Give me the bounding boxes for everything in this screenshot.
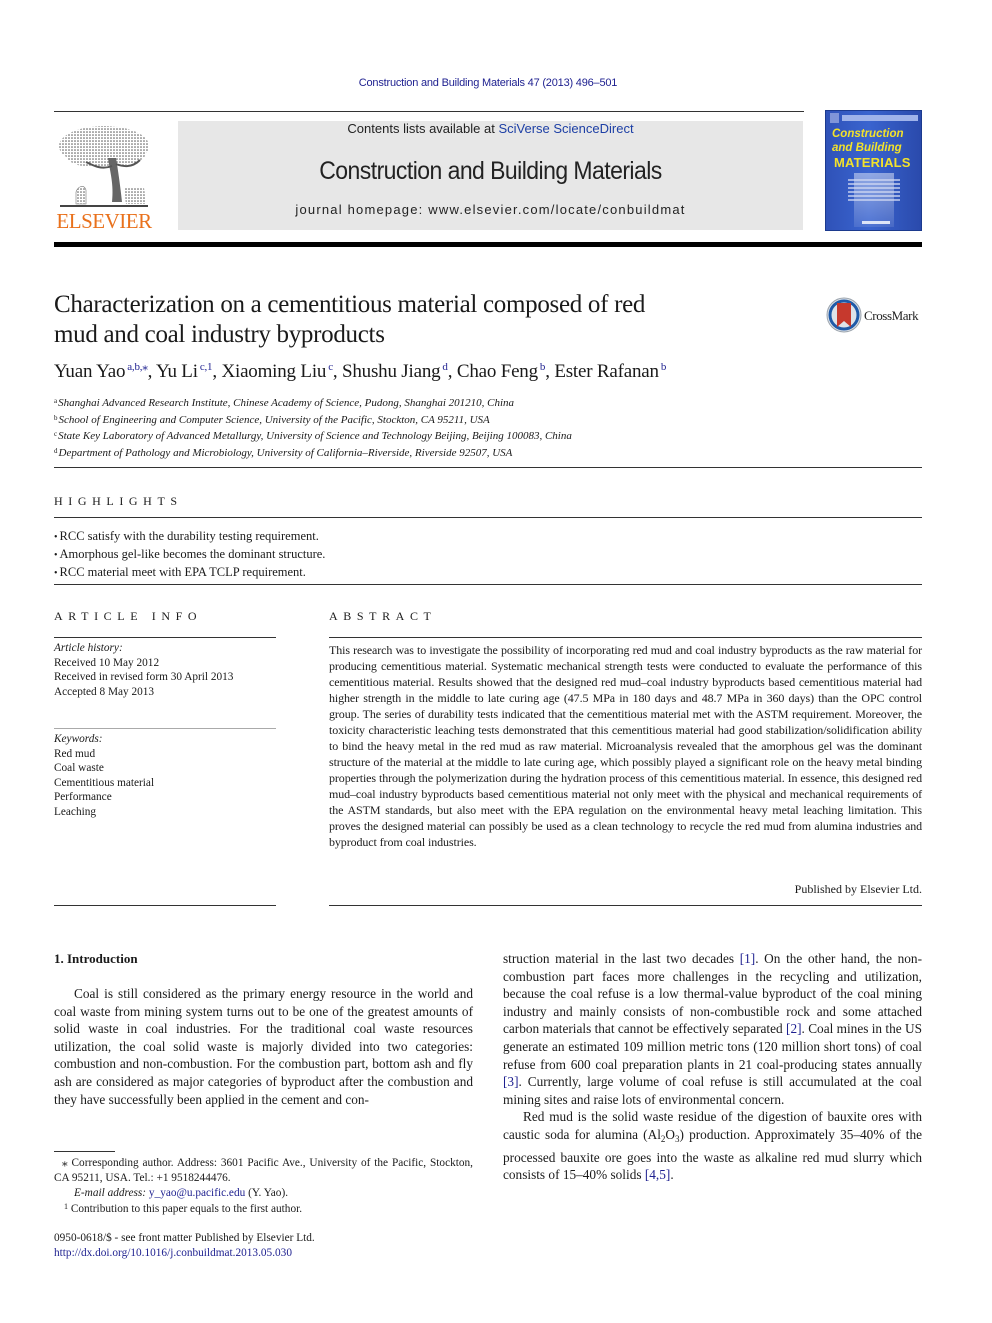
keyword: Cementitious material (54, 776, 155, 789)
sciencedirect-link[interactable]: SciVerse ScienceDirect (498, 121, 633, 136)
header-thick-rule (54, 242, 922, 247)
title-line-2: mud and coal industry byproducts (54, 321, 385, 348)
author[interactable]: Chao Feng b (457, 361, 546, 382)
header-rule (54, 111, 804, 112)
journal-cover-image[interactable]: Construction and Building MATERIALS (825, 110, 922, 231)
citation-link[interactable]: Construction and Building Materials 47 (… (359, 77, 618, 89)
author-affil-sup[interactable]: b (540, 361, 546, 373)
highlights-list: RCC satisfy with the durability testing … (54, 528, 326, 582)
author-list: Yuan Yao a,b,⁎, Yu Li c,1, Xiaoming Liu c, … (54, 361, 667, 382)
author-affil-sup[interactable]: c (328, 361, 333, 373)
contents-line: Contents lists available at SciVerse Sci… (178, 121, 803, 137)
citation-ref-link[interactable]: [4,5] (645, 1167, 670, 1182)
footnotes: ⁎ Corresponding author. Address: 3601 Pa… (54, 1156, 473, 1217)
article-info-heading: ARTICLE INFO (54, 609, 203, 623)
affiliation: cState Key Laboratory of Advanced Metall… (54, 430, 572, 442)
keywords: Keywords: Red mud Coal waste Cementitiou… (54, 732, 154, 819)
cover-title-line3: MATERIALS (834, 155, 911, 170)
crossmark-icon (826, 297, 862, 333)
footnote-rule (54, 1151, 115, 1152)
author[interactable]: Xiaoming Liu c (221, 361, 333, 382)
email-link[interactable]: y_yao@u.pacific.edu (149, 1187, 245, 1199)
citation-ref-link[interactable]: [3] (503, 1074, 519, 1089)
author[interactable]: Ester Rafanan b (554, 361, 666, 382)
journal-citation[interactable]: Construction and Building Materials 47 (… (0, 77, 976, 89)
author[interactable]: Yu Li c,1 (156, 361, 213, 382)
cover-stripe (842, 115, 918, 121)
abstract-bottom-rule (329, 905, 922, 906)
cover-title-line2: and Building (832, 142, 902, 154)
keyword: Red mud (54, 747, 96, 760)
keyword: Coal waste (54, 762, 104, 774)
cover-subtitle-lines (848, 179, 900, 203)
intro-right-column: struction material in the last two decad… (503, 950, 922, 1184)
article-info-rule (54, 637, 276, 638)
keywords-label: Keywords: (54, 733, 103, 745)
doi-link[interactable]: http://dx.doi.org/10.1016/j.conbuildmat.… (54, 1246, 315, 1261)
affiliations-rule (54, 467, 922, 468)
email-note: E-mail address: y_yao@u.pacific.edu (Y. … (74, 1186, 289, 1199)
corresponding-author-note: ⁎ Corresponding author. Address: 3601 Pa… (54, 1157, 473, 1184)
author-affil-sup[interactable]: d (442, 361, 448, 373)
article-info-bottom-rule (54, 905, 276, 906)
abstract-rule (329, 637, 922, 638)
elsevier-tree-icon (59, 126, 149, 207)
highlights-top-rule (54, 517, 922, 518)
author[interactable]: Yuan Yao a,b,⁎ (54, 361, 148, 382)
journal-homepage: journal homepage: www.elsevier.com/locat… (178, 202, 803, 217)
cover-title-line1: Construction (832, 128, 904, 140)
homepage-prefix: journal homepage: (295, 202, 429, 217)
elsevier-wordmark: ELSEVIER (56, 209, 152, 233)
citation-ref-link[interactable]: [1] (740, 951, 756, 966)
abstract-publisher-note: Published by Elsevier Ltd. (794, 882, 922, 896)
article-title: Characterization on a cementitious mater… (54, 290, 774, 350)
article-meta: 0950-0618/$ - see front matter Published… (54, 1231, 315, 1261)
history-entry: Accepted 8 May 2013 (54, 685, 155, 698)
journal-banner: Contents lists available at SciVerse Sci… (178, 121, 803, 230)
intro-left-column: Coal is still considered as the primary … (54, 985, 473, 1108)
author-affil-sup[interactable]: c,1 (200, 361, 213, 373)
cover-footer-mark (862, 221, 890, 224)
crossmark-label: CrossMark (864, 308, 919, 323)
keywords-rule (54, 728, 276, 729)
affiliations: aShanghai Advanced Research Institute, C… (54, 394, 572, 460)
introduction-heading: 1. Introduction (54, 951, 138, 966)
author-affil-sup[interactable]: b (661, 361, 667, 373)
abstract-heading: ABSTRACT (329, 609, 437, 623)
homepage-url-link[interactable]: www.elsevier.com/locate/conbuildmat (428, 202, 685, 217)
issn-line: 0950-0618/$ - see front matter Published… (54, 1232, 315, 1244)
author[interactable]: Shushu Jiang d (342, 361, 448, 382)
keyword: Performance (54, 791, 112, 803)
article-history-label: Article history: (54, 642, 123, 654)
article-history: Article history: Received 10 May 2012 Re… (54, 641, 233, 699)
journal-name: Construction and Building Materials (319, 157, 662, 185)
highlight-item: RCC satisfy with the durability testing … (54, 528, 325, 546)
citation-ref-link[interactable]: [2] (786, 1021, 802, 1036)
cover-emblem-icon (830, 113, 839, 123)
affiliation: aShanghai Advanced Research Institute, C… (54, 397, 515, 409)
crossmark-badge[interactable]: CrossMark (826, 297, 926, 337)
highlight-item: RCC material meet with EPA TCLP requirem… (54, 564, 325, 582)
affiliation: dDepartment of Pathology and Microbiolog… (54, 446, 513, 459)
author-affil-sup[interactable]: a,b,⁎ (127, 361, 148, 373)
highlight-item: Amorphous gel-like becomes the dominant … (54, 546, 326, 564)
abstract-text: This research was to investigate the pos… (329, 643, 922, 849)
contribution-note: 1 Contribution to this paper equals to t… (64, 1202, 303, 1216)
cover-title: Construction and Building (832, 127, 904, 155)
highlights-bottom-rule (54, 584, 922, 585)
intro-paragraph: Red mud is the solid waste residue of th… (503, 1109, 923, 1183)
affiliation: bSchool of Engineering and Computer Scie… (54, 413, 490, 426)
history-entry: Received 10 May 2012 (54, 656, 160, 669)
highlights-heading: HIGHLIGHTS (54, 494, 183, 508)
keyword: Leaching (54, 805, 97, 818)
title-line-1: Characterization on a cementitious mater… (54, 291, 646, 318)
history-entry: Received in revised form 30 April 2013 (54, 671, 234, 683)
elsevier-logo[interactable]: ELSEVIER (54, 118, 154, 234)
intro-paragraph: struction material in the last two decad… (503, 951, 923, 1107)
intro-paragraph: Coal is still considered as the primary … (54, 986, 473, 1107)
contents-prefix: Contents lists available at (347, 121, 499, 136)
